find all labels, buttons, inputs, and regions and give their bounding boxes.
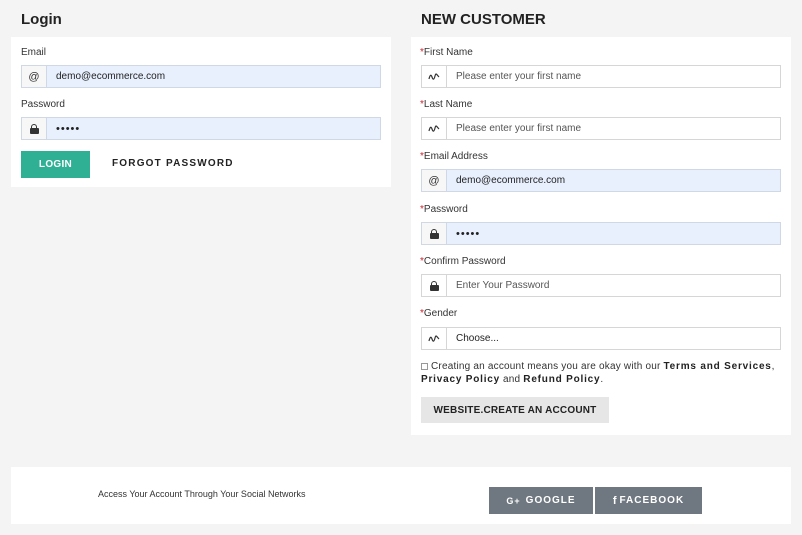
gender-label: *Gender xyxy=(420,308,458,319)
last-name-placeholder: Please enter your first name xyxy=(456,123,582,134)
first-name-label: *First Name xyxy=(420,47,473,58)
login-email-value: demo@ecommerce.com xyxy=(56,71,166,82)
facebook-icon: f xyxy=(612,494,618,507)
confirm-password-placeholder: Enter Your Password xyxy=(456,280,550,291)
terms-checkbox[interactable] xyxy=(421,362,428,370)
login-heading: Login xyxy=(21,11,62,28)
login-email-field[interactable]: @ demo@ecommerce.com xyxy=(21,65,381,88)
terms-link[interactable]: Terms and Services xyxy=(664,361,772,372)
lock-icon xyxy=(22,118,47,139)
google-plus-icon: G+ xyxy=(506,495,521,506)
forgot-password-link[interactable]: FORGOT PASSWORD xyxy=(112,158,234,169)
privacy-link[interactable]: Privacy Policy xyxy=(421,374,500,385)
login-password-field[interactable]: ••••• xyxy=(21,117,381,140)
login-password-value: ••••• xyxy=(56,122,81,135)
first-name-placeholder: Please enter your first name xyxy=(456,71,582,82)
register-heading: NEW CUSTOMER xyxy=(421,11,546,28)
email-address-label: *Email Address xyxy=(420,151,488,162)
register-panel: *First Name Please enter your first name… xyxy=(411,37,791,435)
confirm-password-label: *Confirm Password xyxy=(420,256,506,267)
terms-text: Creating an account means you are okay w… xyxy=(421,361,775,385)
at-icon: @ xyxy=(422,170,447,191)
gender-selected-value: Choose... xyxy=(456,333,499,344)
last-name-field[interactable]: Please enter your first name xyxy=(421,117,781,140)
lock-icon xyxy=(422,223,447,244)
last-name-label: *Last Name xyxy=(420,99,473,110)
confirm-password-field[interactable]: Enter Your Password xyxy=(421,274,781,297)
register-password-field[interactable]: ••••• xyxy=(421,222,781,245)
facebook-button[interactable]: f FACEBOOK xyxy=(595,487,702,514)
social-panel: Access Your Account Through Your Social … xyxy=(11,467,791,524)
first-name-field[interactable]: Please enter your first name xyxy=(421,65,781,88)
at-icon: @ xyxy=(22,66,47,87)
register-password-label: *Password xyxy=(420,204,468,215)
google-button[interactable]: G+ GOOGLE xyxy=(489,487,593,514)
register-email-value: demo@ecommerce.com xyxy=(456,175,566,186)
refund-link[interactable]: Refund Policy xyxy=(523,374,600,385)
create-account-button[interactable]: WEBSITE.CREATE AN ACCOUNT xyxy=(421,397,609,423)
signature-icon xyxy=(422,328,447,349)
login-panel: Email @ demo@ecommerce.com Password ••••… xyxy=(11,37,391,187)
facebook-label: FACEBOOK xyxy=(619,495,685,506)
login-button[interactable]: LOGIN xyxy=(21,151,90,178)
register-password-value: ••••• xyxy=(456,227,481,240)
signature-icon xyxy=(422,118,447,139)
signature-icon xyxy=(422,66,447,87)
gender-select[interactable]: Choose... xyxy=(421,327,781,350)
lock-icon xyxy=(422,275,447,296)
social-access-text: Access Your Account Through Your Social … xyxy=(98,489,306,499)
google-label: GOOGLE xyxy=(525,495,576,506)
password-label: Password xyxy=(21,99,65,110)
email-label: Email xyxy=(21,47,47,58)
register-email-field[interactable]: @ demo@ecommerce.com xyxy=(421,169,781,192)
